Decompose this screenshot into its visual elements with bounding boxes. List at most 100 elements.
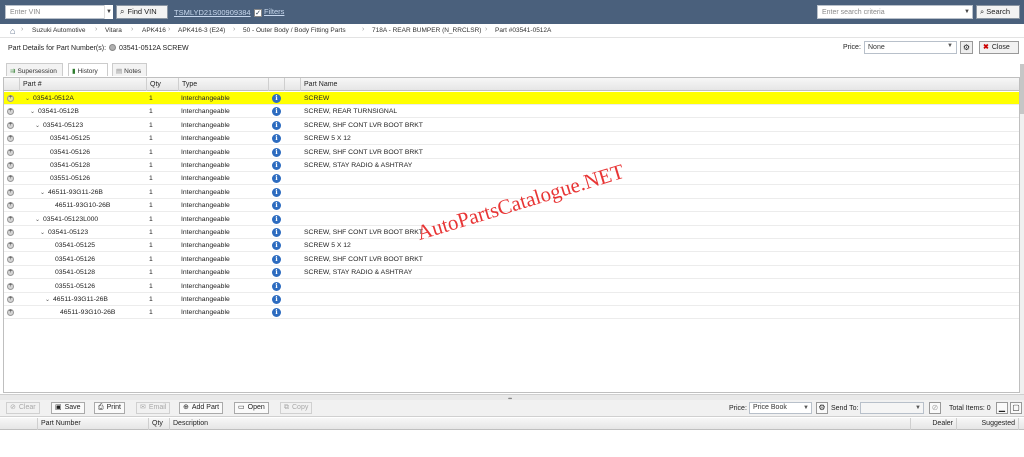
info-icon[interactable]: i — [272, 148, 281, 157]
add-to-list-icon[interactable]: + — [7, 229, 14, 236]
info-icon[interactable]: i — [272, 94, 281, 103]
add-to-list-icon[interactable]: + — [7, 256, 14, 263]
chevron-down-icon[interactable]: ⌄ — [30, 109, 35, 115]
column-header-part-number[interactable]: Part Number — [38, 418, 149, 430]
search-criteria-dropdown-icon[interactable]: ▼ — [961, 5, 973, 19]
filters-checkbox[interactable]: ✓ — [254, 9, 262, 17]
chevron-down-icon[interactable]: ⌄ — [35, 123, 40, 129]
price-book-select[interactable]: Price Book ▼ — [749, 402, 812, 414]
add-to-list-icon[interactable]: + — [7, 296, 14, 303]
add-to-list-icon[interactable]: + — [7, 149, 14, 156]
filters-toggle[interactable]: ✓ Filters — [254, 7, 284, 17]
add-part-button[interactable]: ⊕ Add Part — [179, 402, 224, 414]
chevron-down-icon[interactable]: ⌄ — [25, 96, 30, 102]
breadcrumb-item[interactable]: APK416-3 (E24) — [178, 27, 225, 34]
scrollbar[interactable] — [1020, 64, 1024, 394]
add-to-list-icon[interactable]: + — [7, 309, 14, 316]
open-button[interactable]: ▭ Open — [234, 402, 269, 414]
info-icon[interactable]: i — [272, 268, 281, 277]
info-icon[interactable]: i — [272, 188, 281, 197]
email-button[interactable]: ✉ Email — [136, 402, 171, 414]
vin-input[interactable]: Enter VIN — [5, 5, 113, 19]
chevron-down-icon[interactable]: ⌄ — [40, 230, 45, 236]
maximize-icon[interactable]: ▢ — [1010, 402, 1022, 414]
breadcrumb-item[interactable]: APK416 — [142, 27, 166, 34]
tab-history[interactable]: ▮ History — [68, 63, 108, 76]
info-icon[interactable]: i — [272, 295, 281, 304]
info-icon[interactable]: i — [272, 255, 281, 264]
table-row[interactable]: +03541-05125 1 Interchangeable i SCREW 5 X 1… — [4, 132, 1019, 145]
chevron-down-icon[interactable]: ⌄ — [40, 190, 45, 196]
gear-icon[interactable]: ⚙ — [960, 41, 973, 54]
tab-supersession[interactable]: ⇉ Supersession — [6, 63, 63, 76]
add-to-list-icon[interactable]: + — [7, 242, 14, 249]
send-icon[interactable]: ⊘ — [929, 402, 941, 414]
close-button[interactable]: ✖ Close — [979, 41, 1019, 54]
vin-link[interactable]: TSMLYD21S00909384 — [174, 8, 251, 17]
table-row[interactable]: + ⌄ 03541-0512A 1 Interchangeable i SCREW — [4, 92, 1019, 105]
table-row[interactable]: +46511-93G10-26B 1 Interchangeable i — [4, 306, 1019, 319]
find-vin-button[interactable]: ⌕ Find VIN — [116, 5, 168, 19]
copy-button[interactable]: ⧉ Copy — [280, 402, 313, 414]
vin-dropdown-arrow-icon[interactable]: ▼ — [104, 5, 113, 19]
price-select[interactable]: None ▼ — [864, 41, 957, 54]
table-row[interactable]: + ⌄ 03541-0512B 1 Interchangeable i SCREW, REA… — [4, 105, 1019, 118]
info-icon[interactable]: i — [272, 161, 281, 170]
add-to-list-icon[interactable]: + — [7, 202, 14, 209]
print-button[interactable]: ⎙ Print — [94, 402, 126, 414]
table-row[interactable]: +03541-05125 1 Interchangeable i SCREW 5 X 1… — [4, 239, 1019, 252]
add-to-list-icon[interactable]: + — [7, 175, 14, 182]
column-header-dealer[interactable]: Dealer — [911, 418, 957, 430]
add-to-list-icon[interactable]: + — [7, 108, 14, 115]
add-to-list-icon[interactable]: + — [7, 162, 14, 169]
chevron-down-icon[interactable]: ⌄ — [35, 217, 40, 223]
table-row[interactable]: +03541-05128 1 Interchangeable i SCREW, STAY… — [4, 266, 1019, 279]
add-to-list-icon[interactable]: + — [7, 135, 14, 142]
add-to-list-icon[interactable]: + — [7, 122, 14, 129]
table-row[interactable]: +03541-05128 1 Interchangeable i SCREW, STAY… — [4, 159, 1019, 172]
table-row[interactable]: +03551-05126 1 Interchangeable i — [4, 172, 1019, 185]
table-row[interactable]: +03541-05126 1 Interchangeable i SCREW, SHF … — [4, 253, 1019, 266]
column-header-qty[interactable]: Qty — [149, 418, 170, 430]
send-to-select[interactable]: ▼ — [860, 402, 924, 414]
add-to-list-icon[interactable]: + — [7, 216, 14, 223]
info-icon[interactable]: i — [272, 241, 281, 250]
scrollbar-thumb[interactable] — [1020, 64, 1024, 114]
info-icon[interactable]: i — [272, 282, 281, 291]
column-header-qty[interactable]: Qty — [147, 78, 179, 91]
minimize-icon[interactable]: ▁ — [996, 402, 1008, 414]
info-icon[interactable]: i — [272, 228, 281, 237]
info-icon[interactable]: i — [272, 107, 281, 116]
info-icon[interactable]: i — [272, 134, 281, 143]
add-to-list-icon[interactable]: + — [7, 189, 14, 196]
home-icon[interactable]: ⌂ — [10, 26, 15, 36]
table-row[interactable]: + ⌄ 46511-93G11-26B 1 Interchangeable i — [4, 293, 1019, 306]
search-criteria-input[interactable]: Enter search criteria — [817, 5, 973, 19]
table-row[interactable]: + ⌄ 03541-05123 1 Interchangeable i SCREW, SHF… — [4, 119, 1019, 132]
column-header-suggested[interactable]: Suggested — [957, 418, 1019, 430]
tab-notes[interactable]: ▤ Notes — [112, 63, 147, 76]
column-header-type[interactable]: Type — [179, 78, 269, 91]
add-to-list-icon[interactable]: + — [7, 95, 14, 102]
breadcrumb-item[interactable]: Vitara — [105, 27, 122, 34]
chevron-down-icon[interactable]: ⌄ — [45, 297, 50, 303]
save-button[interactable]: ▣ Save — [51, 402, 85, 414]
breadcrumb-item[interactable]: 50 - Outer Body / Body Fitting Parts — [243, 27, 346, 34]
column-header-description[interactable]: Description — [170, 418, 911, 430]
table-row[interactable]: +03541-05126 1 Interchangeable i SCREW, SHF … — [4, 146, 1019, 159]
column-header-part-number[interactable]: Part # — [20, 78, 147, 91]
info-icon[interactable]: i — [272, 121, 281, 130]
table-row[interactable]: + ⌄ 03541-05123 1 Interchangeable i SCREW, SHF… — [4, 226, 1019, 239]
add-to-list-icon[interactable]: + — [7, 269, 14, 276]
gear-icon[interactable]: ⚙ — [816, 402, 828, 414]
info-icon[interactable]: i — [272, 174, 281, 183]
breadcrumb-item[interactable]: 718A - REAR BUMPER (N_RRCLSR) — [372, 27, 481, 34]
add-to-list-icon[interactable]: + — [7, 283, 14, 290]
info-icon[interactable]: i — [272, 215, 281, 224]
clear-button[interactable]: ⊘ Clear — [6, 402, 40, 414]
info-icon[interactable]: i — [272, 201, 281, 210]
column-header-part-name[interactable]: Part Name — [301, 78, 1019, 91]
breadcrumb-item[interactable]: Suzuki Automotive — [32, 27, 85, 34]
search-button[interactable]: ⌕ Search — [976, 5, 1020, 19]
table-row[interactable]: +03551-05126 1 Interchangeable i — [4, 280, 1019, 293]
